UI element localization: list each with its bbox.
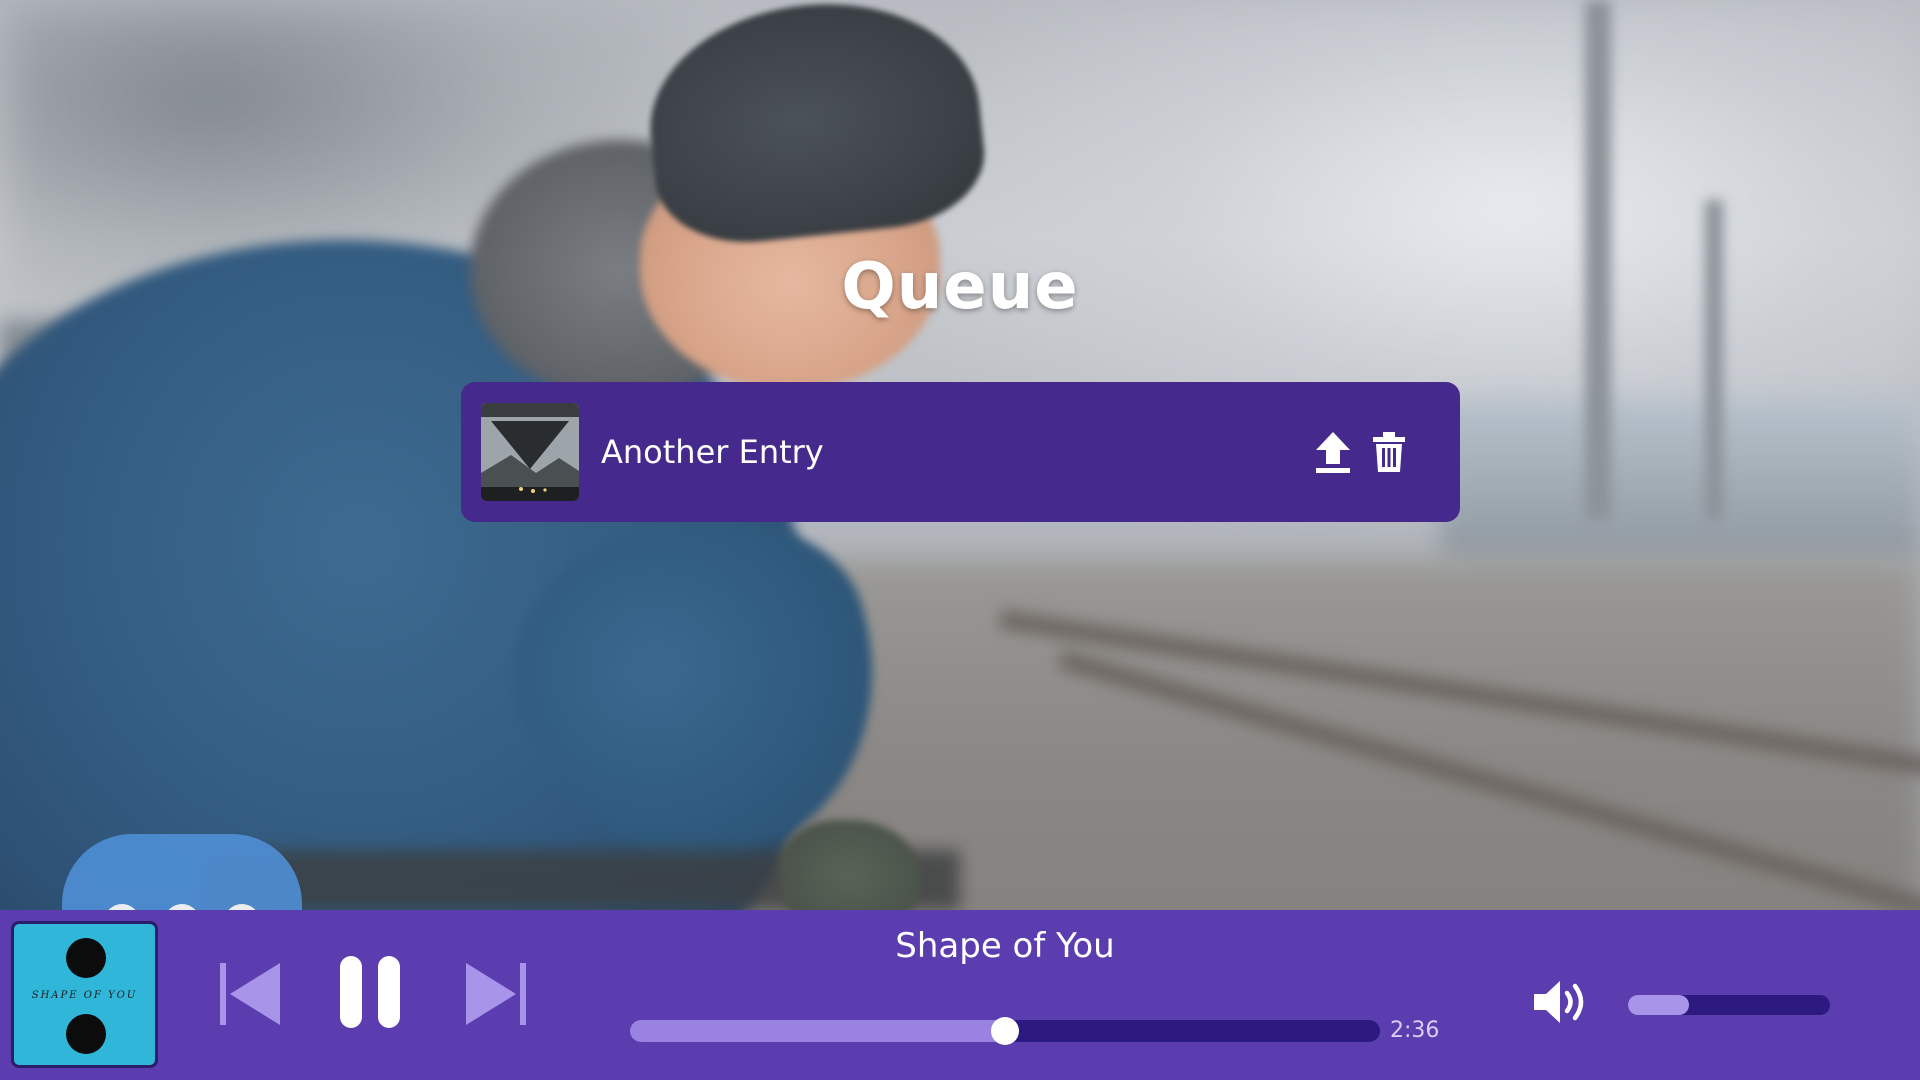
- volume-button[interactable]: [1530, 972, 1594, 1032]
- previous-track-button[interactable]: [210, 958, 290, 1030]
- now-playing-album-art[interactable]: SHAPE OF YOU: [11, 921, 158, 1068]
- move-to-top-button[interactable]: [1310, 427, 1356, 477]
- volume-slider[interactable]: [1628, 995, 1830, 1015]
- background-pole: [1705, 200, 1723, 520]
- time-remaining: 2:36: [1390, 1018, 1440, 1043]
- next-track-button[interactable]: [456, 958, 536, 1030]
- album-art-insurgency-icon: [481, 403, 579, 501]
- player-bar: SHAPE OF YOU Shape of You 2:36: [0, 910, 1920, 1080]
- remove-entry-button[interactable]: [1366, 427, 1412, 477]
- seek-bar-progress: [630, 1020, 1005, 1042]
- queue-title: Queue: [841, 250, 1079, 324]
- seek-bar[interactable]: [630, 1017, 1380, 1045]
- volume-icon: [1534, 981, 1584, 1023]
- seek-bar-thumb[interactable]: [991, 1017, 1019, 1045]
- app-stage: Queue Another Entry SHAPE OF YOU Shape o…: [0, 0, 1920, 1080]
- pause-icon: [340, 956, 400, 1028]
- album-art-caption: SHAPE OF YOU: [31, 990, 138, 1001]
- trash-icon: [1373, 432, 1405, 472]
- album-art-dot: [66, 1014, 106, 1054]
- queue-entry-actions: [1300, 427, 1412, 477]
- pause-button[interactable]: [332, 950, 408, 1034]
- queue-entry[interactable]: Another Entry: [461, 382, 1460, 522]
- background-buildings-right: [1440, 400, 1920, 560]
- move-to-top-icon: [1316, 432, 1350, 473]
- skip-previous-icon: [220, 963, 280, 1025]
- album-art-dot: [66, 938, 106, 978]
- skip-next-icon: [466, 963, 526, 1025]
- volume-slider-level: [1628, 995, 1689, 1015]
- queue-entry-title: Another Entry: [601, 433, 824, 471]
- now-playing-title: Shape of You: [895, 926, 1115, 966]
